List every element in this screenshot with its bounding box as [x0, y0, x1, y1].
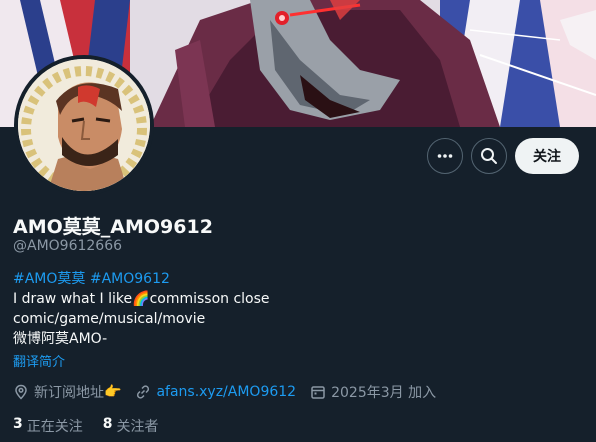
avatar[interactable] — [14, 55, 154, 195]
pointing-hand-emoji: 👉 — [104, 384, 122, 400]
user-handle: @AMO9612666 — [13, 238, 123, 254]
hashtag-link[interactable]: #AMO9612 — [90, 271, 170, 287]
bio-text: I draw what I like — [13, 291, 133, 307]
joined-item: 2025年3月 加入 — [310, 382, 436, 402]
hashtag-link[interactable]: #AMO莫莫 — [13, 271, 85, 287]
more-button[interactable] — [427, 138, 463, 174]
bio-text: commisson close — [149, 291, 270, 307]
followers-link[interactable]: 8 关注者 — [103, 416, 159, 436]
location-text: 新订阅地址 — [34, 385, 104, 401]
location-pin-icon — [15, 384, 27, 400]
location-item: 新订阅地址 👉 — [13, 382, 121, 402]
bio-line: I draw what I like🌈commisson close — [13, 289, 270, 309]
avatar-illustration — [18, 59, 150, 191]
rainbow-emoji: 🌈 — [132, 291, 150, 307]
bio-line: comic/game/musical/movie — [13, 311, 206, 327]
link-icon — [137, 385, 150, 399]
following-count: 3 — [13, 416, 23, 432]
following-label: 正在关注 — [26, 419, 83, 435]
follow-button[interactable]: 关注 — [515, 138, 579, 174]
profile-meta: 新订阅地址 👉 afans.xyz/AMO9612 2025年3月 加入 — [13, 381, 450, 403]
joined-text: 2025年3月 加入 — [331, 385, 437, 401]
translate-bio-link[interactable]: 翻译简介 — [13, 351, 65, 370]
more-icon — [437, 154, 453, 158]
profile-bio: #AMO莫莫 #AMO9612 I draw what I like🌈commi… — [13, 269, 270, 349]
bio-hashtags-line: #AMO莫莫 #AMO9612 — [13, 269, 270, 289]
following-link[interactable]: 3 正在关注 — [13, 416, 83, 436]
website-item[interactable]: afans.xyz/AMO9612 — [135, 384, 296, 400]
calendar-icon — [311, 386, 325, 399]
followers-label: 关注者 — [116, 419, 159, 435]
follow-stats: 3 正在关注 8 关注者 — [13, 416, 179, 436]
search-button[interactable] — [471, 138, 507, 174]
followers-count: 8 — [102, 416, 113, 432]
display-name: AMO莫莫_AMO9612 — [13, 216, 213, 238]
website-link[interactable]: afans.xyz/AMO9612 — [156, 384, 296, 400]
search-icon — [481, 148, 497, 164]
bio-line: 微博阿莫AMO- — [13, 331, 108, 347]
